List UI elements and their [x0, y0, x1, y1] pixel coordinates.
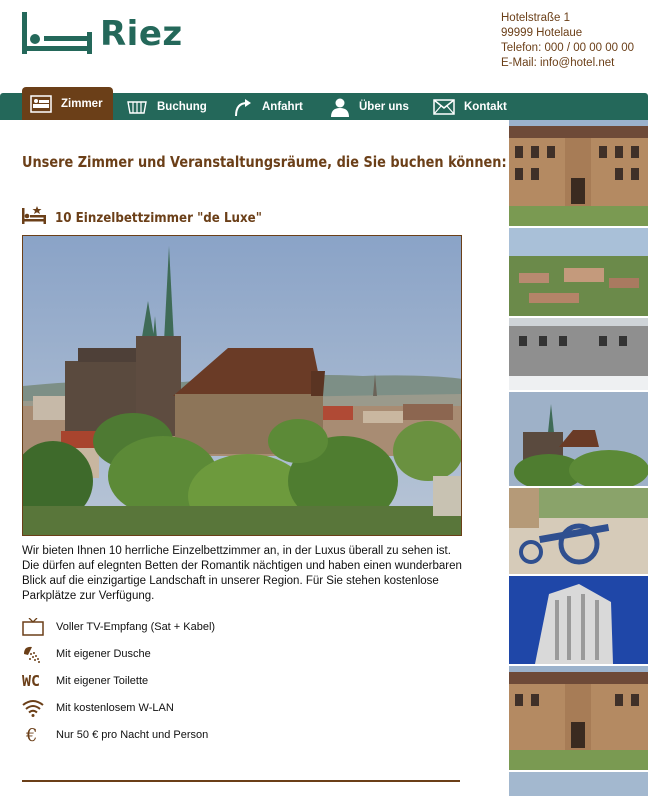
nav-label: Zimmer [61, 97, 103, 110]
room-photo-cathedral [22, 235, 462, 536]
person-icon [330, 97, 350, 117]
section-divider [22, 780, 460, 782]
nav-label: Buchung [157, 100, 207, 113]
sidebar-gallery [509, 120, 648, 796]
list-item: Mit kostenlosem W-LAN [22, 697, 322, 719]
brand-name: Riez [100, 14, 183, 54]
address-city: 99999 Hotelaue [501, 27, 583, 39]
nav-label: Anfahrt [262, 100, 303, 113]
list-item: WC Mit eigener Toilette [22, 670, 322, 692]
list-item: Voller TV-Empfang (Sat + Kabel) [22, 616, 322, 638]
page-title: Unsere Zimmer und Veranstaltungsräume, d… [22, 153, 507, 171]
contact-address: Hotelstraße 1 99999 Hotelaue Telefon: 00… [501, 11, 634, 71]
bed-star-icon [22, 206, 46, 229]
wc-icon: WC [22, 672, 48, 690]
feature-label: Nur 50 € pro Nacht und Person [56, 729, 209, 741]
gallery-thumb-cannon[interactable] [509, 488, 648, 574]
euro-icon: € [22, 725, 48, 746]
tv-icon [22, 618, 48, 636]
gallery-thumb-highrise[interactable] [509, 576, 648, 664]
address-phone: Telefon: 000 / 00 00 00 00 [501, 42, 634, 54]
shower-icon [22, 645, 48, 663]
feature-label: Mit eigener Toilette [56, 675, 149, 687]
address-street: Hotelstraße 1 [501, 12, 571, 24]
room-heading: 10 Einzelbettzimmer "de Luxe" [22, 206, 290, 229]
mail-icon [433, 98, 455, 115]
nav-label: Über uns [359, 100, 409, 113]
list-item: € Nur 50 € pro Nacht und Person [22, 724, 322, 746]
bed-icon [30, 94, 52, 113]
list-item: Mit eigener Dusche [22, 643, 322, 665]
room-description: Wir bieten Ihnen 10 herrliche Einzelbett… [22, 545, 462, 602]
nav-item-zimmer[interactable]: Zimmer [22, 87, 113, 120]
nav-label: Kontakt [464, 100, 507, 113]
euro-text: € [26, 724, 38, 746]
gallery-thumb-cathedral[interactable] [509, 392, 648, 486]
arrow-turn-icon [233, 97, 253, 117]
gallery-thumb-barracks-2[interactable] [509, 666, 648, 770]
main-nav: Zimmer Buchung Anfahrt Über uns Kontakt [0, 87, 648, 120]
feature-label: Mit kostenlosem W-LAN [56, 702, 174, 714]
gallery-thumb-barracks[interactable] [509, 120, 648, 226]
brand-logo[interactable]: Riez [22, 12, 183, 54]
room-title: 10 Einzelbettzimmer "de Luxe" [55, 209, 262, 226]
feature-label: Mit eigener Dusche [56, 648, 151, 660]
calendar-icon [126, 99, 148, 115]
gallery-thumb-town-view[interactable] [509, 228, 648, 316]
wifi-icon [22, 699, 48, 717]
nav-item-ueber-uns[interactable]: Über uns [330, 93, 409, 120]
bed-icon [22, 12, 92, 54]
nav-item-kontakt[interactable]: Kontakt [433, 93, 507, 120]
nav-item-anfahrt[interactable]: Anfahrt [233, 93, 303, 120]
nav-item-buchung[interactable]: Buchung [126, 93, 207, 120]
gallery-thumb-more[interactable] [509, 772, 648, 796]
gallery-thumb-winter[interactable] [509, 318, 648, 390]
wc-text: WC [22, 672, 41, 690]
address-email[interactable]: E-Mail: info@hotel.net [501, 56, 634, 71]
feature-label: Voller TV-Empfang (Sat + Kabel) [56, 621, 216, 633]
